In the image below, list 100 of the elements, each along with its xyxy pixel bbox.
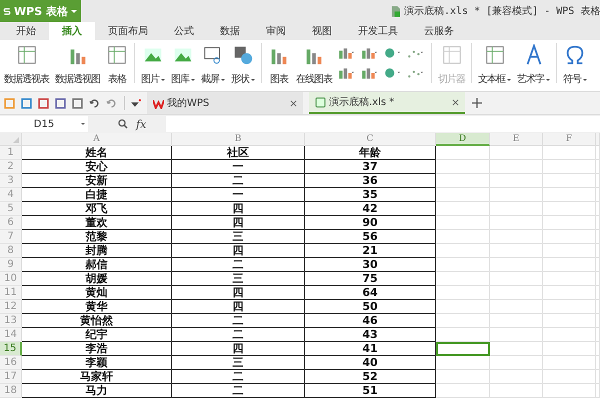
table-cell: 51 bbox=[305, 384, 436, 398]
row-header[interactable]: 7 bbox=[0, 230, 22, 244]
row-header[interactable]: 1 bbox=[0, 146, 22, 160]
table-cell bbox=[490, 244, 543, 258]
table-cell: 二 bbox=[172, 384, 305, 398]
table-cell bbox=[436, 146, 490, 160]
row-header[interactable]: 8 bbox=[0, 244, 22, 258]
ribbon-button[interactable]: 图库 bbox=[169, 43, 197, 86]
table-cell bbox=[490, 216, 543, 230]
table-cell: 黄灿 bbox=[22, 286, 172, 300]
ribbon-tab[interactable]: 页面布局 bbox=[95, 22, 161, 40]
table-cell: 四 bbox=[172, 286, 305, 300]
document-tab[interactable]: 演示底稿.xls * bbox=[309, 92, 465, 114]
table-cell bbox=[543, 202, 596, 216]
row-header[interactable]: 13 bbox=[0, 314, 22, 328]
table-cell bbox=[436, 384, 490, 398]
row-header[interactable]: 11 bbox=[0, 286, 22, 300]
ribbon-button[interactable]: 符号 bbox=[561, 43, 589, 86]
column-header[interactable]: C bbox=[305, 133, 436, 146]
chart-icon bbox=[384, 67, 400, 79]
active-cell[interactable] bbox=[436, 342, 490, 356]
table-cell: 42 bbox=[305, 202, 436, 216]
row-header[interactable]: 10 bbox=[0, 272, 22, 286]
column-header[interactable]: B bbox=[172, 133, 305, 146]
omega-icon bbox=[564, 44, 586, 66]
table-cell: 36 bbox=[305, 174, 436, 188]
ribbon-button[interactable]: 图片 bbox=[139, 43, 167, 86]
table-cell: 姓名 bbox=[22, 146, 172, 160]
table-cell bbox=[490, 300, 543, 314]
close-icon[interactable] bbox=[452, 98, 459, 106]
caret-icon[interactable] bbox=[130, 98, 141, 108]
table-cell bbox=[543, 384, 596, 398]
table-cell: 李颖 bbox=[22, 356, 172, 370]
name-box[interactable]: D15 bbox=[0, 116, 88, 132]
table-cell: 43 bbox=[305, 328, 436, 342]
table-cell: 56 bbox=[305, 230, 436, 244]
table-cell bbox=[490, 314, 543, 328]
row-header[interactable]: 4 bbox=[0, 188, 22, 202]
table-cell bbox=[490, 146, 543, 160]
table-cell: 一 bbox=[172, 160, 305, 174]
ribbon-button[interactable]: 图表 bbox=[266, 43, 292, 86]
row-header[interactable]: 5 bbox=[0, 202, 22, 216]
ribbon-tab[interactable]: 公式 bbox=[161, 22, 207, 40]
ribbon-tab[interactable]: 视图 bbox=[299, 22, 345, 40]
row-header[interactable]: 12 bbox=[0, 300, 22, 314]
ribbon-button[interactable]: 文本框 bbox=[476, 43, 513, 86]
table-cell bbox=[543, 174, 596, 188]
ribbon-button[interactable]: 截屏 bbox=[199, 43, 227, 86]
ribbon-icon bbox=[232, 44, 254, 66]
table-cell: 21 bbox=[305, 244, 436, 258]
ribbon-button[interactable]: 形状 bbox=[229, 43, 257, 86]
ribbon-tab[interactable]: 插入 bbox=[49, 22, 95, 40]
formula-input[interactable] bbox=[166, 116, 600, 132]
close-icon[interactable] bbox=[290, 100, 297, 106]
row-header[interactable]: 9 bbox=[0, 258, 22, 272]
ribbon-tab[interactable]: 审阅 bbox=[253, 22, 299, 40]
row-header[interactable]: 14 bbox=[0, 328, 22, 342]
table-cell: 75 bbox=[305, 272, 436, 286]
column-header[interactable]: D bbox=[436, 133, 490, 146]
ribbon-button[interactable]: 在线图表 bbox=[294, 43, 334, 86]
table-cell bbox=[490, 384, 543, 398]
table-cell bbox=[543, 244, 596, 258]
ribbon-tab[interactable]: 云服务 bbox=[411, 22, 467, 40]
ribbon-tab[interactable]: 开发工具 bbox=[345, 22, 411, 40]
column-header[interactable]: F bbox=[543, 133, 596, 146]
table-cell bbox=[543, 328, 596, 342]
table-cell: 40 bbox=[305, 356, 436, 370]
table-cell bbox=[490, 202, 543, 216]
row-header[interactable]: 3 bbox=[0, 174, 22, 188]
row-header[interactable]: 18 bbox=[0, 384, 22, 398]
table-cell bbox=[436, 258, 490, 272]
table-cell: 四 bbox=[172, 202, 305, 216]
ribbon-button[interactable]: 数据透视表 bbox=[2, 43, 51, 86]
row-header[interactable]: 2 bbox=[0, 160, 22, 174]
ribbon-button[interactable]: 数据透视图 bbox=[53, 43, 102, 86]
search-icon[interactable] bbox=[118, 119, 128, 129]
table-cell: 黄华 bbox=[22, 300, 172, 314]
ribbon-tab[interactable]: 开始 bbox=[3, 22, 49, 40]
row-header[interactable]: 17 bbox=[0, 370, 22, 384]
ribbon-icon bbox=[16, 44, 38, 66]
function-button[interactable]: fx bbox=[136, 118, 146, 130]
table-cell bbox=[436, 174, 490, 188]
table-cell: 37 bbox=[305, 160, 436, 174]
table-cell: 二 bbox=[172, 314, 305, 328]
add-tab-icon[interactable] bbox=[472, 98, 482, 108]
ribbon-button[interactable]: 艺术字 bbox=[515, 43, 552, 86]
column-header[interactable]: A bbox=[22, 133, 172, 146]
ribbon-icon bbox=[106, 44, 128, 66]
table-cell bbox=[490, 370, 543, 384]
row-header[interactable]: 15 bbox=[0, 342, 22, 356]
document-tab[interactable]: 我的WPS bbox=[147, 92, 303, 114]
column-header[interactable]: E bbox=[490, 133, 543, 146]
table-cell bbox=[436, 356, 490, 370]
row-header[interactable]: 16 bbox=[0, 356, 22, 370]
ribbon-button[interactable]: 表格 bbox=[104, 43, 130, 86]
row-header[interactable]: 6 bbox=[0, 216, 22, 230]
app-menu-button[interactable]: WPS 表格 bbox=[0, 0, 81, 22]
table-cell bbox=[543, 272, 596, 286]
ribbon-tab[interactable]: 数据 bbox=[207, 22, 253, 40]
table-cell: 封腾 bbox=[22, 244, 172, 258]
